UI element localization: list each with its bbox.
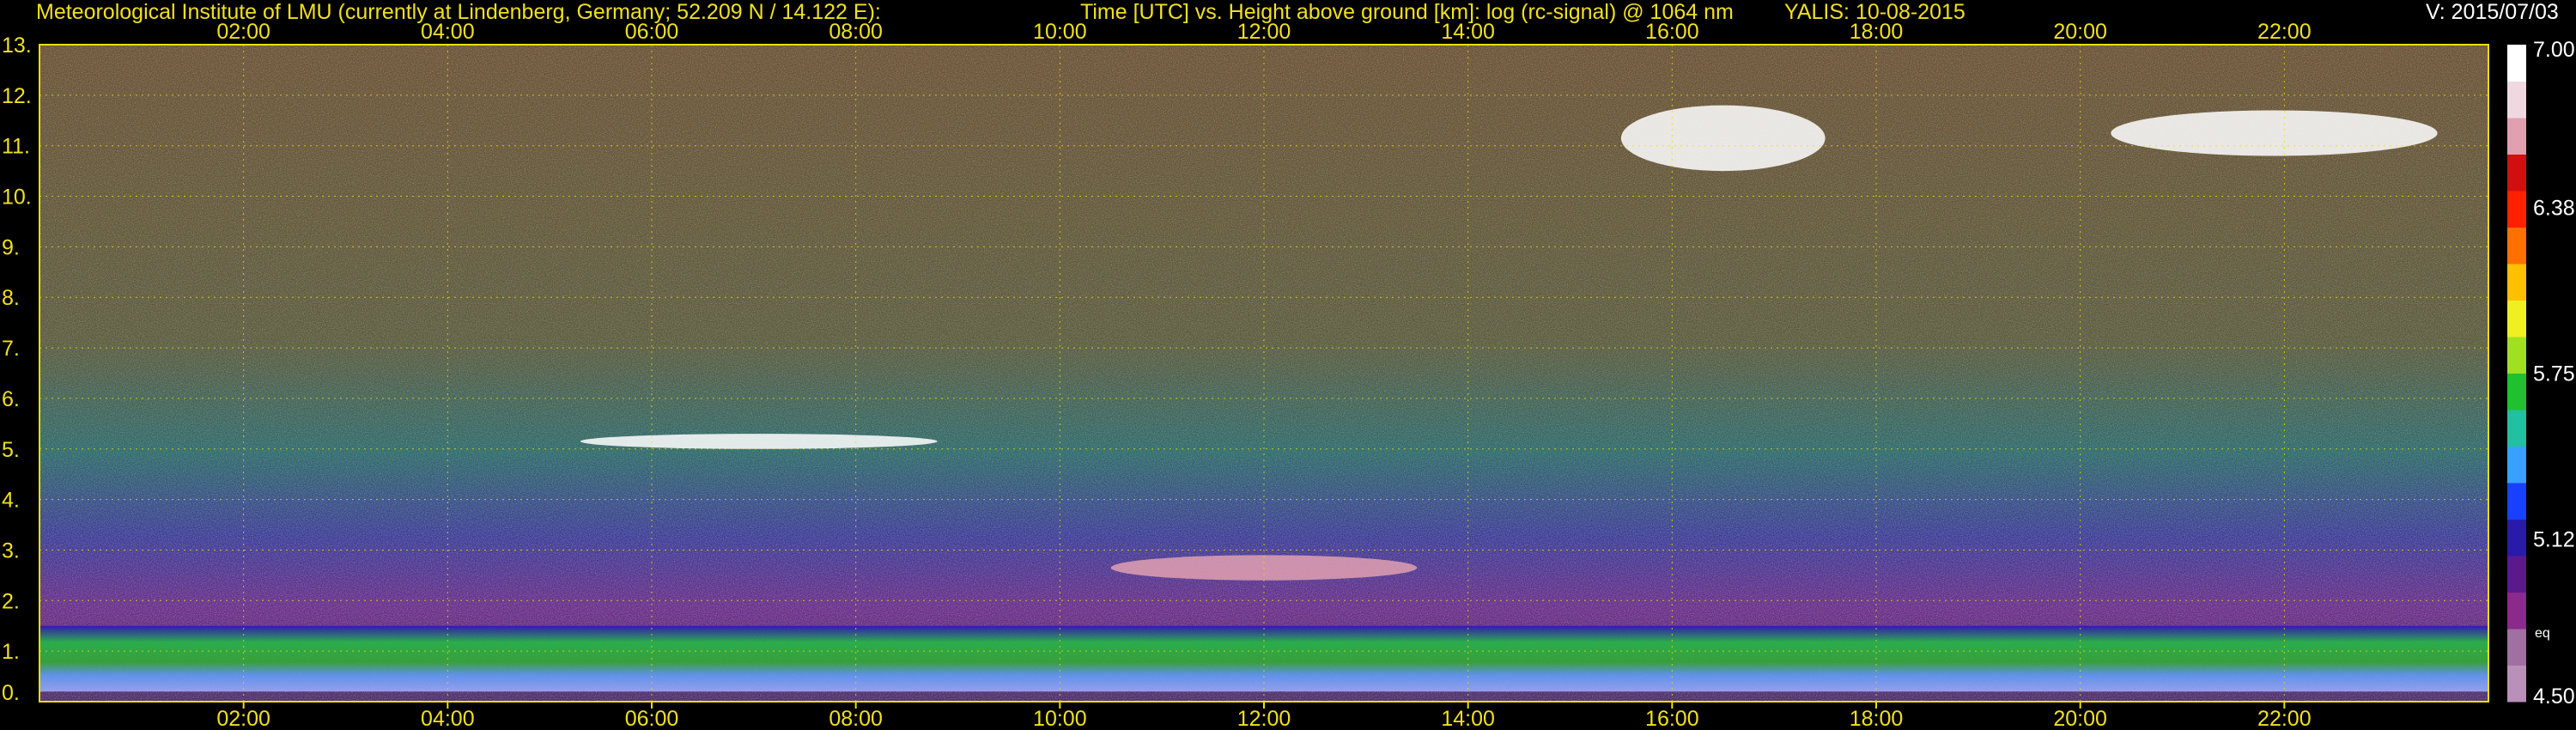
x-tick-label-bottom: 02:00 xyxy=(216,707,270,730)
x-tick-label-top: 02:00 xyxy=(216,20,270,44)
x-tick-label-top: 06:00 xyxy=(625,20,679,44)
y-tick-label: 10. xyxy=(2,186,32,210)
y-tick-label: 5. xyxy=(2,438,20,462)
x-tick-label-top: 04:00 xyxy=(421,20,475,44)
y-tick-label: 13. xyxy=(2,33,32,58)
x-tick-label-top: 12:00 xyxy=(1237,20,1291,44)
x-tick-label-bottom: 08:00 xyxy=(829,707,883,730)
colorbar-tick-label: 4.50 xyxy=(2533,684,2575,709)
x-tick-label-top: 20:00 xyxy=(2053,20,2107,44)
colorbar-label: eq xyxy=(2535,626,2550,641)
x-tick-label-top: 18:00 xyxy=(1850,20,1904,44)
x-tick-label-bottom: 18:00 xyxy=(1850,707,1904,730)
colorbar-tick-label: 5.12 xyxy=(2533,527,2575,551)
x-tick-label-bottom: 14:00 xyxy=(1441,707,1495,730)
colorbar-tick-label: 7.00 xyxy=(2533,38,2575,62)
colorbar-segment xyxy=(2507,81,2526,119)
y-tick-label: 4. xyxy=(2,489,20,513)
cirrus-4 xyxy=(2111,110,2438,156)
colorbar: 4.50 5.12 5.75 6.38 7.00 eq xyxy=(2507,38,2575,709)
y-tick-label: 2. xyxy=(2,589,20,613)
x-tick-label-bottom: 10:00 xyxy=(1033,707,1087,730)
x-tick-label-bottom: 16:00 xyxy=(1645,707,1699,730)
colorbar-segment xyxy=(2507,227,2526,265)
y-tick-label: 8. xyxy=(2,286,20,310)
colorbar-segment xyxy=(2507,410,2526,447)
colorbar-segment xyxy=(2507,592,2526,630)
y-tick-label: 7. xyxy=(2,337,20,361)
colorbar-segment xyxy=(2507,629,2526,666)
colorbar-segment xyxy=(2507,519,2526,557)
colorbar-segment xyxy=(2507,154,2526,192)
y-tick-label: 3. xyxy=(2,538,20,563)
y-tick-label: 1. xyxy=(2,640,20,664)
cloud-layer-2 xyxy=(580,434,938,449)
x-tick-label-top: 16:00 xyxy=(1645,20,1699,44)
signal-noise xyxy=(39,45,2488,702)
x-tick-label-bottom: 20:00 xyxy=(2053,707,2107,730)
x-tick-label-top: 14:00 xyxy=(1441,20,1495,44)
colorbar-segment xyxy=(2507,373,2526,411)
colorbar-segment xyxy=(2507,556,2526,593)
colorbar-segment xyxy=(2507,300,2526,338)
y-tick-label: 12. xyxy=(2,84,32,108)
y-tick-label: 9. xyxy=(2,235,20,259)
cirrus-3 xyxy=(1620,105,1826,172)
x-tick-label-bottom: 22:00 xyxy=(2257,707,2312,730)
y-tick-label: 0. xyxy=(2,681,20,705)
plot-area xyxy=(39,45,2488,702)
colorbar-segment xyxy=(2507,337,2526,374)
x-tick-label-top: 22:00 xyxy=(2257,20,2312,44)
colorbar-segment xyxy=(2507,665,2526,703)
x-tick-label-bottom: 04:00 xyxy=(421,707,475,730)
x-tick-label-bottom: 12:00 xyxy=(1237,707,1291,730)
colorbar-segment xyxy=(2507,118,2526,155)
lidar-chart: 02:00 02:00 04:00 04:00 06:00 06:00 08:00 08:00… xyxy=(2,20,2575,730)
colorbar-tick-label: 6.38 xyxy=(2533,197,2575,221)
x-tick-label-top: 08:00 xyxy=(829,20,883,44)
colorbar-segment xyxy=(2507,446,2526,484)
colorbar-segment xyxy=(2507,191,2526,228)
colorbar-segment xyxy=(2507,264,2526,301)
colorbar-segment xyxy=(2507,483,2526,520)
colorbar-segment xyxy=(2507,45,2526,82)
x-tick-label-top: 10:00 xyxy=(1033,20,1087,44)
colorbar-tick-label: 5.75 xyxy=(2533,362,2575,386)
y-tick-label: 6. xyxy=(2,387,20,411)
y-tick-label: 11. xyxy=(2,135,30,159)
x-tick-label-bottom: 06:00 xyxy=(625,707,679,730)
